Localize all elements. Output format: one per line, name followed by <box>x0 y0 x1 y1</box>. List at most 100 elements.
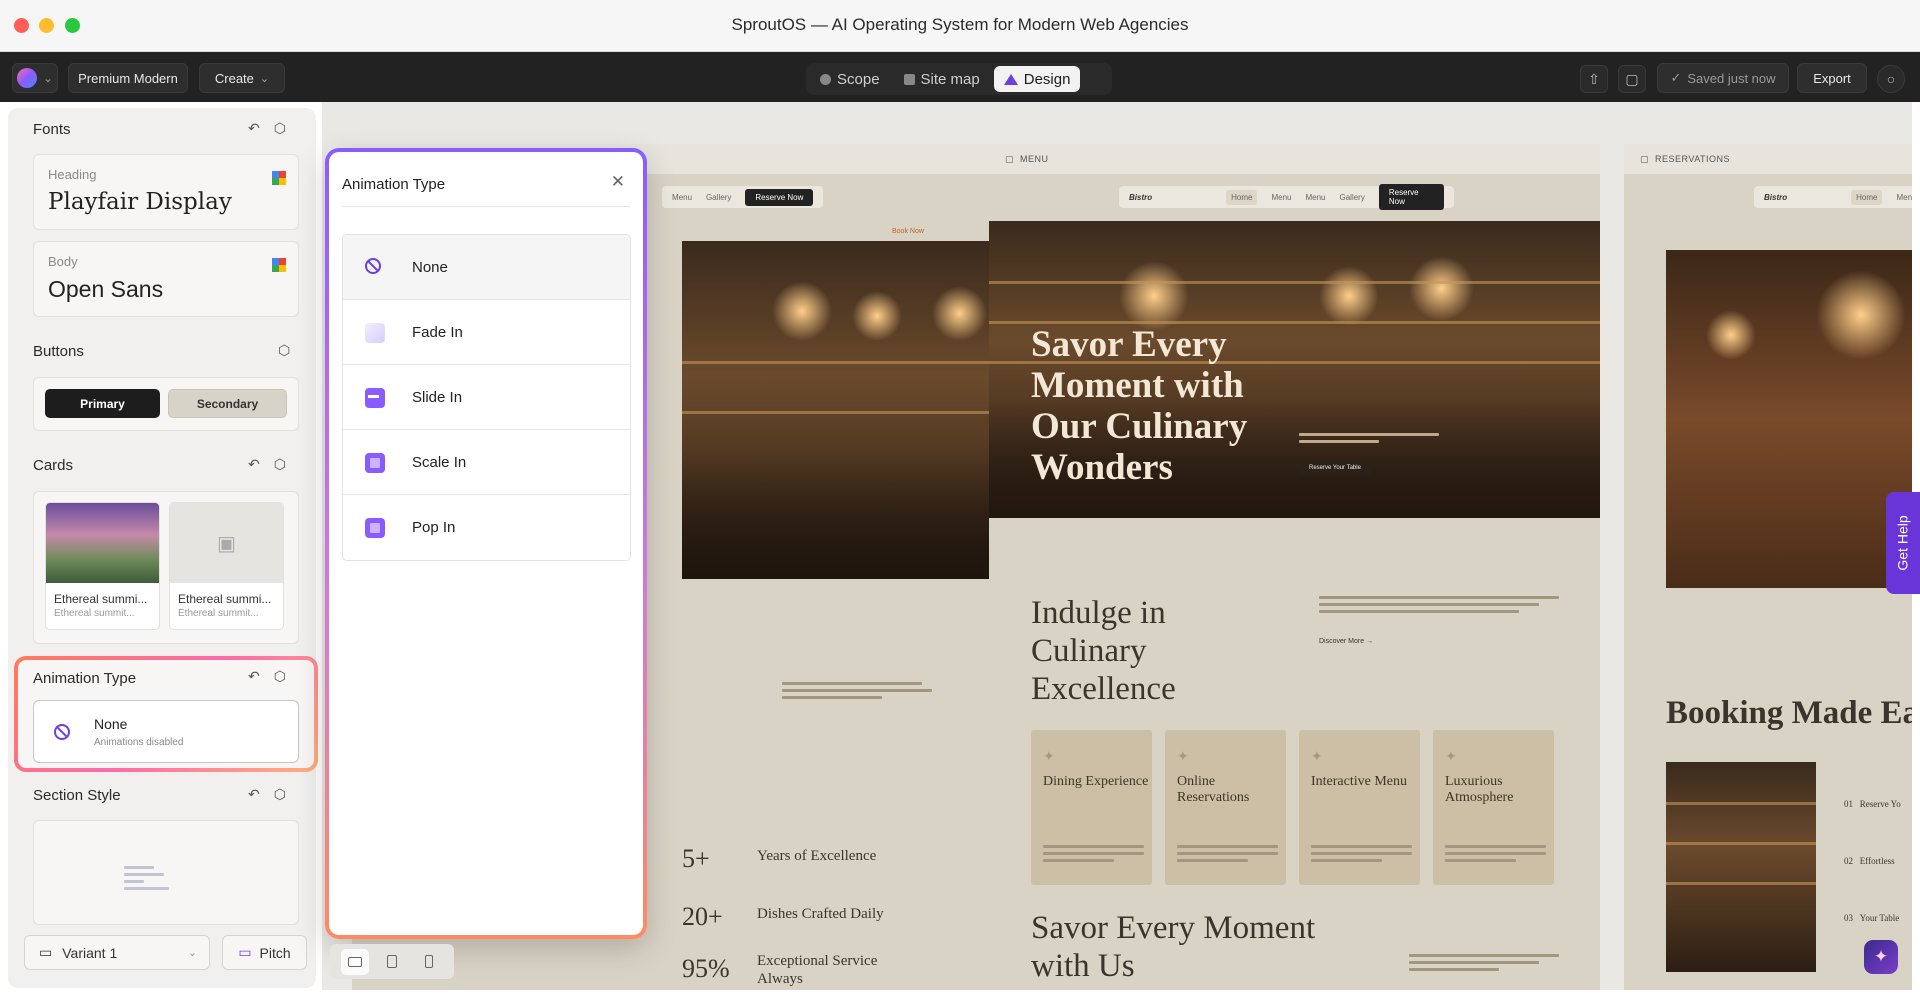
buttons-title: Buttons <box>33 343 84 360</box>
cube-icon[interactable]: ⬡ <box>274 786 286 803</box>
tab-site-map[interactable]: Site map <box>894 66 990 92</box>
card-image <box>46 503 159 583</box>
variant-select[interactable]: ▭ Variant 1 ⌄ <box>24 935 210 970</box>
feature-icon: ✦ <box>1311 748 1323 764</box>
ai-assistant-button[interactable]: ✦ <box>1864 940 1898 974</box>
stat-value: 20+ <box>682 902 723 931</box>
feature-card: ✦ Luxurious Atmosphere <box>1433 730 1554 885</box>
view-switcher: Scope Site map Design <box>806 63 1112 95</box>
monitor-icon: ▭ <box>39 944 53 960</box>
pitch-button[interactable]: ▭ Pitch <box>222 935 307 970</box>
page-icon: ▢ <box>1640 153 1650 164</box>
option-scale-in[interactable]: Scale In <box>343 430 630 495</box>
option-label: None <box>412 258 448 276</box>
popup-title: Animation Type <box>342 176 446 193</box>
feature-icon: ✦ <box>1177 748 1189 764</box>
page-frame-menu[interactable]: ▢ MENU Bistro Home Menu Menu Gallery Res… <box>989 144 1600 990</box>
comment-button[interactable]: ▢ <box>1618 65 1646 93</box>
cube-icon[interactable]: ⬡ <box>278 342 290 359</box>
variant-label: Variant 1 <box>62 944 118 961</box>
undo-icon[interactable]: ↶ <box>248 120 260 137</box>
undo-icon[interactable]: ↶ <box>248 786 260 803</box>
primary-button-style[interactable]: Primary <box>45 389 160 418</box>
undo-icon[interactable]: ↶ <box>248 668 260 685</box>
cards-title: Cards <box>33 457 74 474</box>
option-pop-in[interactable]: Pop In <box>343 495 630 560</box>
export-label: Export <box>1813 70 1851 86</box>
feature-title: Online Reservations <box>1177 774 1250 805</box>
desktop-view-button[interactable] <box>340 948 369 975</box>
presentation-icon: ▭ <box>238 944 252 960</box>
nav-link: Menu <box>1271 192 1292 202</box>
export-button[interactable]: Export <box>1797 63 1867 93</box>
chevron-down-icon: ⌄ <box>43 72 53 85</box>
mobile-view-button[interactable] <box>415 949 443 975</box>
animation-description: Animations disabled <box>94 737 184 748</box>
animation-value: None <box>94 716 128 732</box>
nav-link: Gallery <box>706 192 732 202</box>
body-font-picker[interactable]: Body Open Sans <box>33 241 299 317</box>
fonts-title: Fonts <box>33 121 71 138</box>
title-bar: SproutOS — AI Operating System for Moder… <box>0 0 1920 52</box>
get-help-button[interactable]: Get Help <box>1886 492 1920 594</box>
heading-font-label: Heading <box>48 167 97 182</box>
feature-title: Luxurious Atmosphere <box>1445 774 1514 805</box>
nav-cta-button: Reserve Now <box>745 188 814 206</box>
tab-design[interactable]: Design <box>993 66 1081 92</box>
nav-link: Home <box>1226 189 1258 205</box>
profile-button[interactable]: ○ <box>1877 65 1905 93</box>
animation-actions: ↶ ⬡ <box>248 668 286 685</box>
animation-type-select[interactable]: None Animations disabled <box>33 700 299 763</box>
heading-font-picker[interactable]: Heading Playfair Display <box>33 154 299 230</box>
section-text <box>1319 596 1559 617</box>
tab-scope-label: Scope <box>837 70 880 88</box>
section-title: Indulge in Culinary Excellence <box>1031 595 1176 707</box>
theme-button[interactable]: Premium Modern <box>68 63 188 93</box>
hero-photo: Savor Every Moment with Our Culinary Won… <box>989 221 1600 518</box>
booking-step: 01 Reserve Yo <box>1844 799 1901 809</box>
check-icon: ✓ <box>1670 70 1682 85</box>
card-title: Ethereal summi... <box>54 592 148 606</box>
frame-nav: Bistro Home Menu <box>1754 186 1912 208</box>
stat-label: Years of Excellence <box>757 848 877 864</box>
tablet-view-button[interactable] <box>378 949 406 975</box>
option-none[interactable]: None <box>343 235 630 300</box>
tab-site-map-label: Site map <box>920 70 980 88</box>
share-button[interactable]: ⇧ <box>1580 65 1608 93</box>
card-style-placeholder[interactable]: ▣ Ethereal summi... Ethereal summit... <box>169 502 284 630</box>
frame-nav: Bistro Home Menu Menu Gallery Reserve No… <box>1119 184 1454 210</box>
option-label: Scale In <box>412 453 467 471</box>
fade-icon <box>365 323 385 343</box>
secondary-button-style[interactable]: Secondary <box>168 389 287 418</box>
create-button[interactable]: Create ⌄ <box>199 63 285 93</box>
saved-label: Saved just now <box>1687 70 1776 86</box>
card-subtitle: Ethereal summit... <box>178 608 259 619</box>
card-title: Ethereal summi... <box>178 592 272 606</box>
page-frame-reservations[interactable]: ▢ RESERVATIONS Bistro Home Menu Booking … <box>1624 144 1912 990</box>
frame-header: ▢ MENU <box>989 144 1600 174</box>
close-icon[interactable]: ✕ <box>611 172 625 192</box>
section-style-preview[interactable] <box>33 820 299 925</box>
tab-scope[interactable]: Scope <box>810 66 890 92</box>
cube-icon[interactable]: ⬡ <box>274 456 286 473</box>
cube-icon[interactable]: ⬡ <box>274 668 286 685</box>
scope-icon <box>820 73 831 85</box>
saved-status: ✓ Saved just now <box>1657 63 1789 93</box>
book-link: Book Now <box>892 228 924 235</box>
cube-icon[interactable]: ⬡ <box>274 120 286 137</box>
stat-label: Dishes Crafted Daily <box>757 906 884 922</box>
option-fade-in[interactable]: Fade In <box>343 300 630 365</box>
frame-name: RESERVATIONS <box>1655 154 1731 164</box>
booking-title: Booking Made Eas <box>1666 695 1912 731</box>
section-style-actions: ↶ ⬡ <box>248 786 286 803</box>
heading-font-value: Playfair Display <box>48 189 232 215</box>
app-menu-button[interactable]: ⌄ <box>12 63 58 93</box>
chevron-down-icon: ⌄ <box>259 72 270 85</box>
stat-label: Exceptional Service Always <box>757 953 878 987</box>
fonts-actions: ↶ ⬡ <box>248 120 286 137</box>
card-style-image[interactable]: Ethereal summi... Ethereal summit... <box>45 502 160 630</box>
nav-link: Home <box>1851 189 1883 205</box>
feature-card: ✦ Interactive Menu <box>1299 730 1420 885</box>
undo-icon[interactable]: ↶ <box>248 456 260 473</box>
option-slide-in[interactable]: Slide In <box>343 365 630 430</box>
